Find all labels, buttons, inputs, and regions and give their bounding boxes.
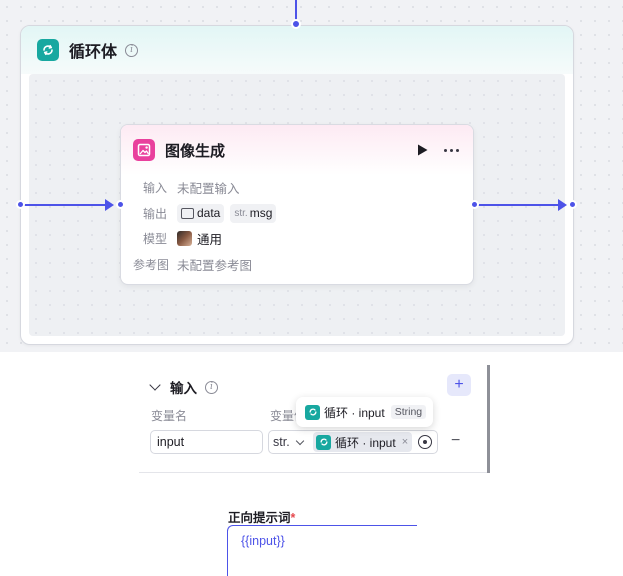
- column-variable-name: 变量名: [151, 409, 188, 423]
- image-node-title: 图像生成: [165, 142, 226, 160]
- reference-tooltip: 循环 · input String: [296, 397, 433, 427]
- prompt-text: {{input}}: [241, 534, 285, 548]
- input-label: 输入: [142, 181, 167, 196]
- tooltip-ref-label: 循环 · input: [324, 405, 385, 420]
- input-value: 未配置输入: [177, 182, 240, 197]
- type-select[interactable]: str.: [269, 435, 311, 449]
- loop-node-title: 循环体: [69, 44, 118, 61]
- more-icon[interactable]: [441, 141, 461, 159]
- info-icon[interactable]: i: [205, 380, 218, 394]
- chevron-down-icon: [295, 436, 304, 445]
- loop-top-port[interactable]: [291, 19, 301, 29]
- input-section-title: 输入: [170, 381, 197, 396]
- edge-in: [21, 204, 109, 206]
- image-node-right-port[interactable]: [470, 200, 479, 209]
- add-variable-button[interactable]: +: [447, 374, 471, 396]
- edge-in-arrow: [105, 199, 114, 211]
- variable-name-input[interactable]: input: [150, 430, 263, 454]
- positive-prompt-input[interactable]: {{input}}: [227, 525, 417, 576]
- loop-icon: [316, 434, 331, 450]
- input-section-header[interactable]: 输入 i: [149, 377, 218, 397]
- edge-out: [476, 204, 562, 206]
- prompt-panel: 正向提示词* {{input}}: [219, 492, 417, 576]
- panel-divider: [139, 472, 487, 473]
- info-icon[interactable]: i: [125, 43, 139, 57]
- loop-icon: [37, 39, 59, 61]
- output-data-name: data: [197, 206, 221, 221]
- reference-value: 未配置参考图: [177, 258, 253, 273]
- loop-right-port[interactable]: [568, 200, 577, 209]
- type-select-value: str.: [273, 435, 290, 449]
- image-generation-icon: [133, 139, 155, 161]
- variable-picker-icon[interactable]: [418, 435, 433, 449]
- panel-scrollbar[interactable]: [487, 365, 490, 473]
- node-row-input: 输入 未配置输入: [121, 175, 473, 201]
- chevron-down-icon[interactable]: [149, 379, 161, 391]
- model-label: 模型: [142, 232, 167, 247]
- variable-value-field[interactable]: str. 循环 · input ×: [268, 430, 438, 454]
- node-row-output: 输出 data str. msg: [121, 201, 473, 227]
- loop-node-header: 循环体 i: [21, 26, 573, 74]
- loop-icon: [305, 404, 320, 420]
- prompt-label: 正向提示词*: [228, 507, 295, 526]
- output-msg-name: msg: [249, 206, 273, 221]
- loop-left-port[interactable]: [16, 200, 25, 209]
- remove-variable-button[interactable]: −: [451, 433, 460, 449]
- image-type-icon: [181, 207, 194, 219]
- image-node-left-port[interactable]: [116, 200, 125, 209]
- tooltip-type-badge: String: [390, 405, 427, 419]
- reference-chip-label: 循环 · input: [335, 435, 396, 450]
- node-row-reference: 参考图 未配置参考图: [121, 252, 473, 278]
- output-data-tag: data: [177, 203, 225, 223]
- close-icon[interactable]: ×: [402, 436, 408, 448]
- reference-chip[interactable]: 循环 · input ×: [313, 432, 413, 452]
- node-row-model: 模型 通用: [121, 226, 473, 252]
- image-generation-node[interactable]: 图像生成 输入 未配置输入 输出 data str. msg 模型 通用 参考图…: [120, 124, 474, 285]
- model-value: 通用: [197, 233, 223, 248]
- reference-label: 参考图: [133, 257, 170, 272]
- prompt-label-text: 正向提示词: [228, 511, 291, 525]
- output-label: 输出: [142, 206, 167, 221]
- model-avatar: [177, 231, 192, 247]
- workflow-canvas[interactable]: 循环体 i 图像生成 输入 未配置输入 输出 data str. msg 模型 …: [0, 0, 623, 352]
- edge-out-arrow: [558, 199, 567, 211]
- output-msg-tag: str. msg: [230, 203, 277, 223]
- image-node-header: 图像生成: [121, 125, 473, 175]
- required-mark: *: [290, 511, 296, 525]
- string-type-prefix: str.: [234, 207, 248, 219]
- play-icon[interactable]: [413, 141, 431, 159]
